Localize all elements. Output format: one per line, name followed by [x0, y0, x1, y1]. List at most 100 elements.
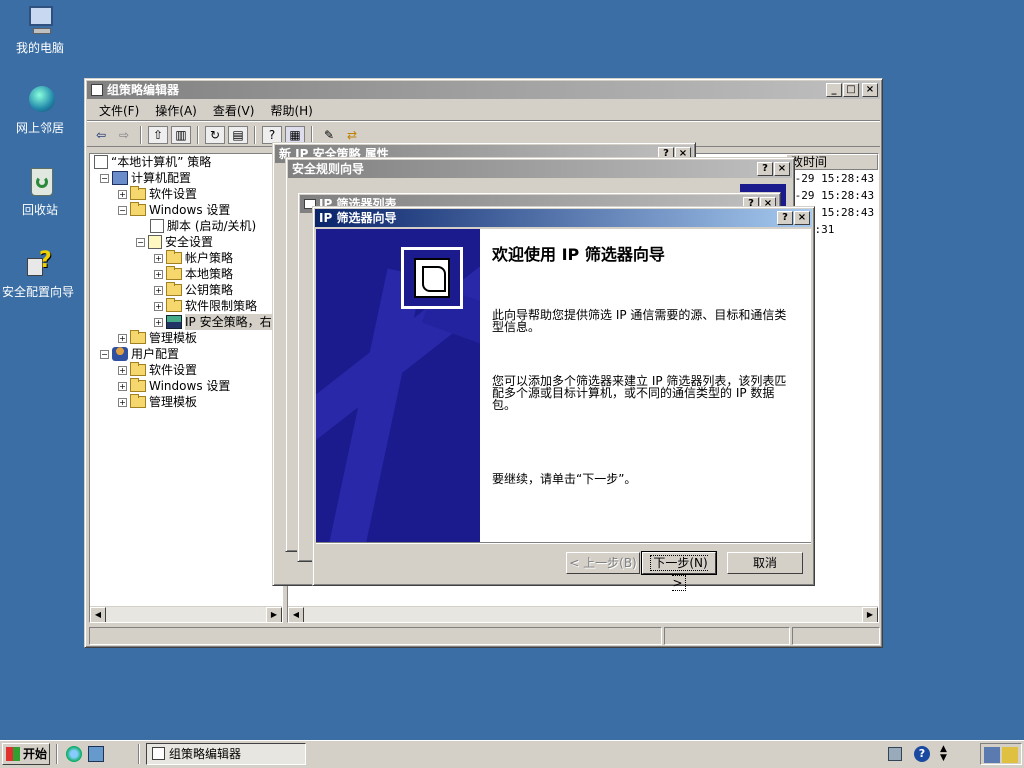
menu-view[interactable]: 查看(V)	[205, 102, 263, 119]
windows-logo-icon	[6, 747, 20, 761]
scroll-left-icon[interactable]: ◀	[90, 607, 106, 622]
system-tray	[980, 743, 1022, 765]
expand-icon[interactable]: +	[154, 301, 163, 311]
folder-icon	[130, 378, 146, 392]
folder-icon	[130, 186, 146, 200]
help-button[interactable]: ?	[757, 162, 773, 176]
scroll-right-icon[interactable]: ▶	[862, 607, 878, 622]
folder-icon	[166, 250, 182, 264]
network-connection-icon[interactable]	[984, 747, 1000, 763]
tree-item-local-policy[interactable]: “本地计算机” 策略	[94, 154, 211, 170]
collapse-icon[interactable]: −	[136, 237, 145, 247]
menu-help[interactable]: 帮助(H)	[262, 102, 320, 119]
ip-filter-wizard-dialog[interactable]: IP 筛选器向导 ? × 欢迎使用 IP 筛选器向导 此向导帮助您提供筛选 IP…	[312, 206, 815, 591]
tree-pane[interactable]: “本地计算机” 策略 − 计算机配置 + 软件设置 − Windows 设置 脚…	[89, 153, 283, 623]
scroll-right-icon[interactable]: ▶	[266, 607, 282, 622]
console-icon[interactable]: ▦	[285, 125, 305, 144]
desktop-icon-label: 网上邻居	[15, 121, 64, 135]
collapse-icon[interactable]: −	[118, 205, 127, 215]
tray-network-icon[interactable]	[888, 747, 902, 761]
export-list-icon[interactable]: ▤	[228, 125, 248, 144]
tree-item-software-restriction[interactable]: + 软件限制策略	[154, 298, 257, 314]
collapse-icon[interactable]: −	[100, 349, 109, 359]
wizard-instruction: 要继续，请单击“下一步”。	[492, 472, 637, 486]
tree-item-scripts[interactable]: 脚本 (启动/关机)	[150, 218, 256, 234]
user-icon	[112, 347, 128, 361]
maximize-button[interactable]: □	[843, 83, 859, 97]
tree-item-account-policies[interactable]: + 帐户策略	[154, 250, 233, 266]
dialog-titlebar[interactable]: IP 筛选器向导 ? ×	[315, 209, 812, 227]
expand-icon[interactable]: +	[118, 381, 127, 391]
tree-item-computer-config[interactable]: − 计算机配置	[100, 170, 191, 186]
recycle-bin-icon	[23, 166, 57, 200]
gpo-titlebar[interactable]: 组策略编辑器 _ □ ×	[87, 81, 880, 99]
tray-arrow-icon[interactable]: ▲ ▼	[940, 745, 950, 763]
help-icon[interactable]: ?	[262, 125, 282, 144]
policy-icon	[94, 155, 108, 169]
back-icon[interactable]: ⇦	[91, 126, 111, 144]
dialog-titlebar[interactable]: 安全规则向导 ? ×	[288, 160, 792, 178]
security-center-icon[interactable]	[1002, 747, 1018, 763]
column-header-modified[interactable]: 改时间	[786, 154, 878, 170]
gpo-app-icon	[152, 747, 165, 760]
new-policy-icon[interactable]: ✎	[319, 126, 339, 144]
start-button[interactable]: 开始	[2, 743, 50, 765]
tree-item-security-settings[interactable]: − 安全设置	[136, 234, 213, 250]
show-hide-tree-icon[interactable]: ▥	[171, 125, 191, 144]
desktop-icon-security-wizard[interactable]: ? 安全配置向导	[0, 248, 78, 299]
expand-icon[interactable]: +	[118, 189, 127, 199]
forward-icon[interactable]: ⇨	[114, 126, 134, 144]
manage-filters-icon[interactable]: ⇄	[342, 126, 362, 144]
folder-icon	[130, 362, 146, 376]
up-folder-icon[interactable]: ⇧	[148, 125, 168, 144]
expand-icon[interactable]: +	[154, 317, 163, 327]
expand-icon[interactable]: +	[154, 285, 163, 295]
minimize-button[interactable]: _	[826, 83, 842, 97]
details-hscrollbar[interactable]: ◀ ▶	[288, 606, 878, 622]
desktop-icon-my-computer[interactable]: 我的电脑	[0, 4, 80, 55]
tree-item-user-config[interactable]: − 用户配置	[100, 346, 179, 362]
menu-file[interactable]: 文件(F)	[91, 102, 147, 119]
expand-icon[interactable]: +	[154, 253, 163, 263]
expand-icon[interactable]: +	[118, 333, 127, 343]
close-button[interactable]: ×	[862, 83, 878, 97]
modified-time-cell: 0-29 15:28:43	[788, 172, 875, 185]
folder-icon	[130, 202, 146, 216]
close-button[interactable]: ×	[774, 162, 790, 176]
script-icon	[150, 219, 164, 233]
explorer-icon[interactable]	[88, 746, 104, 762]
tree-hscrollbar[interactable]: ◀ ▶	[90, 606, 282, 622]
tree-item-local-policies[interactable]: + 本地策略	[154, 266, 233, 282]
tray-help-icon[interactable]: ?	[914, 746, 930, 762]
network-places-icon	[23, 84, 57, 118]
desktop-icon-network-places[interactable]: 网上邻居	[0, 84, 80, 135]
wizard-heading: 欢迎使用 IP 筛选器向导	[492, 245, 665, 264]
ie-icon[interactable]	[66, 746, 82, 762]
tree-item-user-software-settings[interactable]: + 软件设置	[118, 362, 197, 378]
tree-item-user-windows-settings[interactable]: + Windows 设置	[118, 378, 230, 394]
cancel-button[interactable]: 取消	[727, 552, 803, 574]
next-button[interactable]: 下一步(N) >	[641, 551, 717, 591]
tree-item-user-admin-templates[interactable]: + 管理模板	[118, 394, 197, 410]
close-button[interactable]: ×	[794, 211, 810, 225]
tree-item-ip-security[interactable]: + IP 安全策略，右	[154, 314, 274, 330]
expand-icon[interactable]: +	[118, 365, 127, 375]
tree-item-admin-templates[interactable]: + 管理模板	[118, 330, 197, 346]
expand-icon[interactable]: +	[154, 269, 163, 279]
refresh-icon[interactable]: ↻	[205, 125, 225, 144]
folder-icon	[130, 330, 146, 344]
tree-item-software-settings[interactable]: + 软件设置	[118, 186, 197, 202]
menu-action[interactable]: 操作(A)	[147, 102, 205, 119]
tree-item-public-key-policies[interactable]: + 公钥策略	[154, 282, 233, 298]
folder-icon	[130, 394, 146, 408]
help-button[interactable]: ?	[777, 211, 793, 225]
collapse-icon[interactable]: −	[100, 173, 109, 183]
back-button[interactable]: < 上一步(B)	[566, 552, 640, 574]
scroll-left-icon[interactable]: ◀	[288, 607, 304, 622]
tree-item-windows-settings[interactable]: − Windows 设置	[118, 202, 230, 218]
desktop-icon-recycle-bin[interactable]: 回收站	[0, 166, 80, 217]
expand-icon[interactable]: +	[118, 397, 127, 407]
taskbar-button-gpo[interactable]: 组策略编辑器	[146, 743, 306, 765]
taskbar: 开始 组策略编辑器 ? ▲ ▼	[0, 740, 1024, 768]
wizard-description: 此向导帮助您提供筛选 IP 通信需要的源、目标和通信类型信息。	[492, 308, 787, 334]
